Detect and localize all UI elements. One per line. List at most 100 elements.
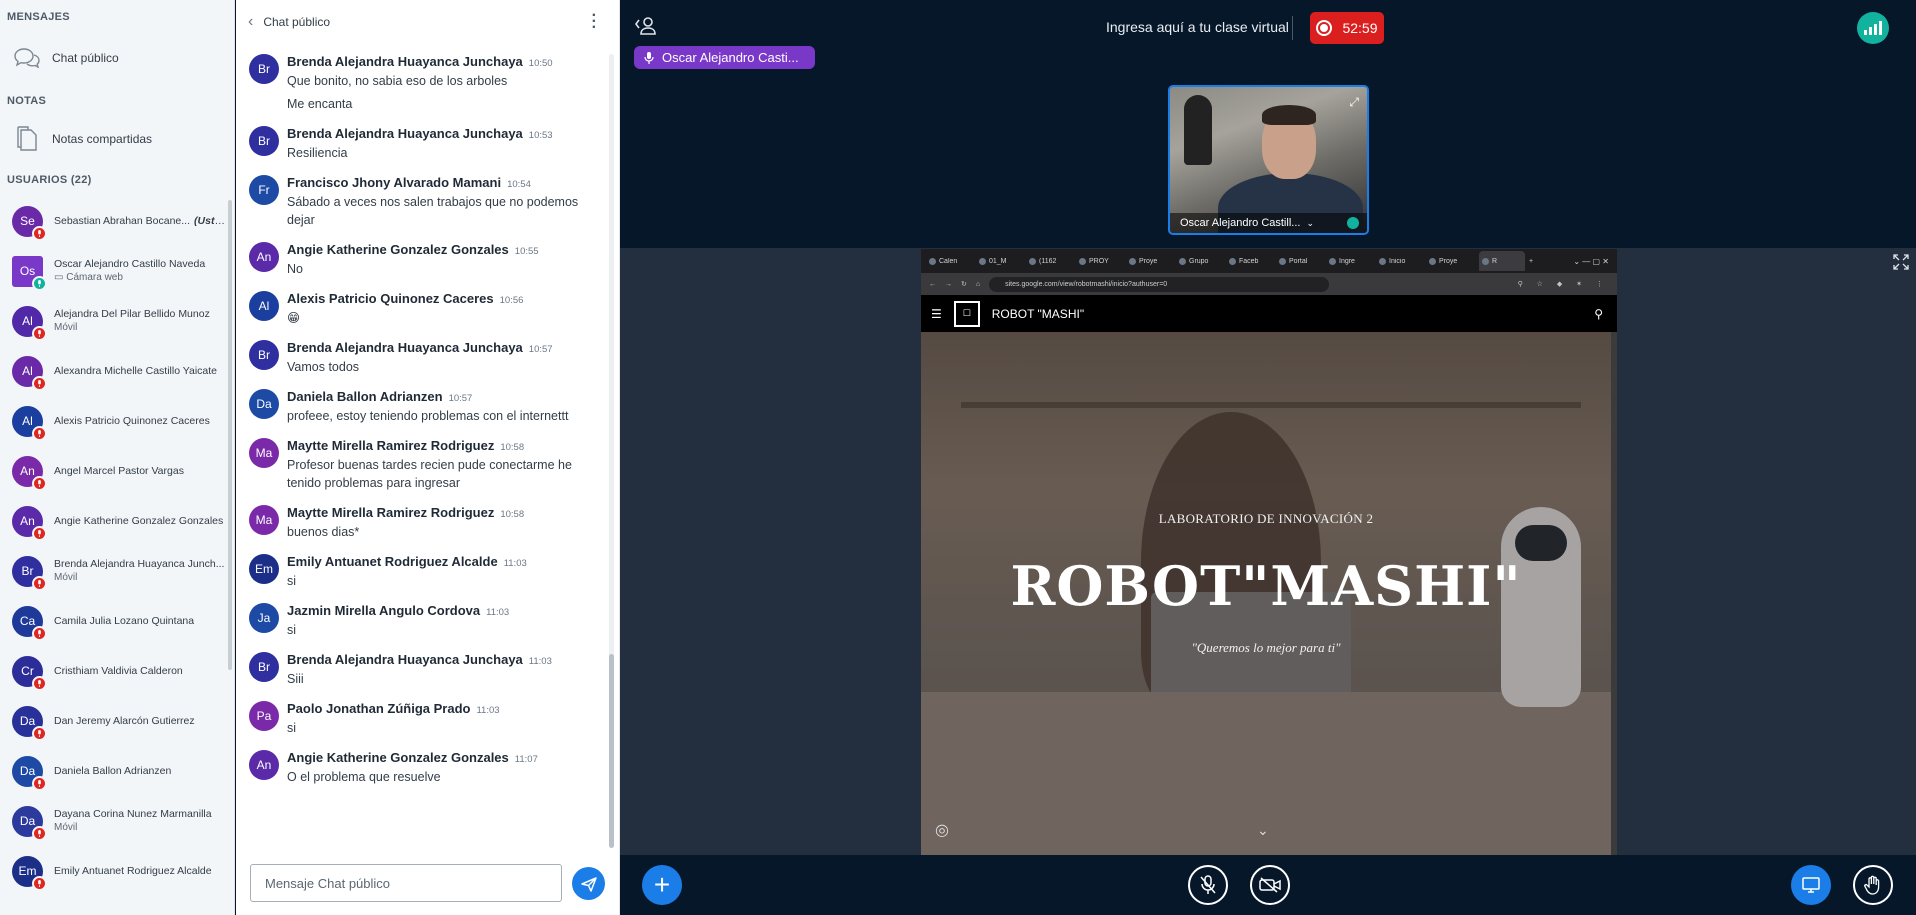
recording-button[interactable]: 52:59 <box>1310 12 1384 44</box>
hero-quote: "Queremos lo mejor para ti" <box>1191 640 1341 655</box>
user-list-item[interactable]: Cr Cristhiam Valdivia Calderon <box>0 646 229 696</box>
connection-status-button[interactable] <box>1857 12 1889 44</box>
hero-title: ROBOT"MASHI" <box>1010 554 1522 618</box>
user-name: Angel Marcel Pastor Vargas <box>54 465 229 478</box>
user-list-item[interactable]: Se Sebastian Abrahan Bocane... (Usted) <box>0 196 229 246</box>
avatar: Da <box>249 389 279 419</box>
avatar: Ja <box>249 603 279 633</box>
shared-notes-item[interactable]: Notas compartidas <box>0 119 229 159</box>
message-author-name: Emily Antuanet Rodriguez Alcalde <box>287 554 498 569</box>
user-list-item[interactable]: Os Oscar Alejandro Castillo Naveda ▭ Cámar… <box>0 246 229 296</box>
browser-tab: Portal <box>1279 257 1325 265</box>
share-webcam-button[interactable] <box>1250 865 1290 905</box>
user-name-text: Alexis Patricio Quinonez Caceres <box>54 414 210 427</box>
user-name-text: Angel Marcel Pastor Vargas <box>54 464 184 477</box>
user-list-item[interactable]: Al Alexandra Michelle Castillo Yaicate <box>0 346 229 396</box>
avatar: Pa <box>249 701 279 731</box>
fullscreen-icon[interactable] <box>1893 254 1909 275</box>
recording-time: 52:59 <box>1342 20 1378 36</box>
user-name-text: Daniela Ballon Adrianzen <box>54 764 172 777</box>
chat-message: An Angie Katherine Gonzalez Gonzales 10:55… <box>236 238 611 287</box>
chat-title[interactable]: Chat público <box>263 15 330 29</box>
user-list-item[interactable]: An Angie Katherine Gonzalez Gonzales <box>0 496 229 546</box>
user-list-scrollbar[interactable] <box>228 200 232 670</box>
message-time: 11:07 <box>514 754 538 765</box>
user-list-item[interactable]: Da Daniela Ballon Adrianzen <box>0 746 229 796</box>
avatar: Em <box>12 855 47 891</box>
browser-tab: Ingre <box>1329 257 1375 265</box>
user-name-block: Angel Marcel Pastor Vargas <box>54 465 229 478</box>
user-status: Móvil <box>54 572 78 583</box>
user-list-item[interactable]: An Angel Marcel Pastor Vargas <box>0 446 229 496</box>
user-name-block: Oscar Alejandro Castillo Naveda ▭ Cámara … <box>54 258 229 284</box>
browser-tab-label: Faceb <box>1239 257 1259 265</box>
browser-tab: 01_M <box>979 257 1025 265</box>
meeting-title: Ingresa aquí a tu clase virtual <box>1106 19 1289 35</box>
message-author: Brenda Alejandra Huayanca Junchaya 10:53 <box>287 126 603 141</box>
message-text: profeee, estoy teniendo problemas con el… <box>287 409 569 423</box>
message-text: Siii <box>287 672 304 686</box>
chevron-down-icon: ⌄ <box>1257 822 1269 838</box>
message-time: 10:56 <box>499 295 524 306</box>
message-author-name: Maytte Mirella Ramirez Rodriguez <box>287 438 495 453</box>
user-name: Sebastian Abrahan Bocane... (Usted) <box>54 215 229 228</box>
expand-icon[interactable]: ⤢ <box>1349 95 1359 110</box>
user-name-block: Camila Julia Lozano Quintana <box>54 615 229 628</box>
tab-favicon-icon <box>1229 257 1236 265</box>
webcam-name-bar[interactable]: Oscar Alejandro Castill... ⌄ <box>1170 213 1367 233</box>
message-author-name: Angie Katherine Gonzalez Gonzales <box>287 242 509 257</box>
chat-message-list: Br Brenda Alejandra Huayanca Junchaya 10:5… <box>236 50 611 795</box>
chat-message: Ma Maytte Mirella Ramirez Rodriguez 10:58 b… <box>236 501 611 550</box>
chat-message-input[interactable]: Mensaje Chat público <box>250 864 562 902</box>
message-author: Brenda Alejandra Huayanca Junchaya 11:03 <box>287 652 603 667</box>
user-list-item[interactable]: Ca Camila Julia Lozano Quintana <box>0 596 229 646</box>
message-text: buenos dias* <box>287 525 360 539</box>
user-list-item[interactable]: Al Alejandra Del Pilar Bellido Munoz Móvil <box>0 296 229 346</box>
send-message-button[interactable] <box>572 867 605 900</box>
presentation-toggle-button[interactable] <box>1791 865 1831 905</box>
tab-favicon-icon <box>1379 257 1386 265</box>
message-author-name: Brenda Alejandra Huayanca Junchaya <box>287 340 523 355</box>
message-text: Que bonito, no sabia eso de los arboles <box>287 74 508 88</box>
webcam-person-hair <box>1262 105 1316 125</box>
unmute-button[interactable] <box>1188 865 1228 905</box>
chat-scrollbar[interactable] <box>609 54 614 848</box>
avatar: Da <box>12 755 47 791</box>
user-status: Móvil <box>54 822 78 833</box>
avatar: Br <box>12 555 47 591</box>
user-list-toggle-icon[interactable] <box>634 16 658 41</box>
plus-icon: + <box>653 869 671 900</box>
user-list-item[interactable]: Da Dan Jeremy Alarcón Gutierrez <box>0 696 229 746</box>
user-name-text: Alejandra Del Pilar Bellido Munoz <box>54 308 210 320</box>
users-sidebar: MENSAJES Chat público NOTAS Notas compar… <box>0 0 235 915</box>
muted-microphone-icon <box>32 475 47 491</box>
public-chat-item[interactable]: Chat público <box>0 38 229 78</box>
user-name: Dan Jeremy Alarcón Gutierrez <box>54 715 229 728</box>
chevron-left-icon[interactable]: ‹ <box>248 13 253 31</box>
avatar-initials: Ca <box>19 614 36 628</box>
chevron-down-icon: ⌄ <box>1306 217 1314 228</box>
message-text: si <box>287 721 297 735</box>
more-options-icon[interactable]: · · · <box>592 8 597 36</box>
browser-tab-strip: Calen 01_M (1162 PROY Proye Grupo Faceb Portal I… <box>921 249 1617 273</box>
browser-tab-label: Portal <box>1289 257 1308 265</box>
tab-favicon-icon <box>1429 257 1436 265</box>
message-author: Angie Katherine Gonzalez Gonzales 11:07 <box>287 750 603 765</box>
raise-hand-button[interactable] <box>1853 865 1893 905</box>
shared-browser-window: Calen 01_M (1162 PROY Proye Grupo Faceb Portal I… <box>921 249 1617 855</box>
user-list-item[interactable]: Da Dayana Corina Nunez Marmanilla Móvil <box>0 796 229 846</box>
user-name-block: Angie Katherine Gonzalez Gonzales <box>54 515 229 528</box>
actions-button[interactable]: + <box>642 865 682 905</box>
user-list-item[interactable]: Em Emily Antuanet Rodriguez Alcalde <box>0 846 229 896</box>
avatar-initials: Se <box>20 214 35 228</box>
message-author-name: Angie Katherine Gonzalez Gonzales <box>287 750 509 765</box>
webcam-video[interactable]: ⤢ Oscar Alejandro Castill... ⌄ <box>1168 85 1369 235</box>
user-list-item[interactable]: Al Alexis Patricio Quinonez Caceres <box>0 396 229 446</box>
user-list-item[interactable]: Br Brenda Alejandra Huayanca Junch... Móvi… <box>0 546 229 596</box>
user-name-text: Alexandra Michelle Castillo Yaicate <box>54 364 218 377</box>
avatar-initials: An <box>20 464 35 478</box>
you-tag: (Usted) <box>194 214 229 227</box>
user-name-text: Cristhiam Valdivia Calderon <box>54 664 183 677</box>
chat-scrollbar-thumb[interactable] <box>609 654 614 848</box>
avatar: Se <box>12 205 47 241</box>
